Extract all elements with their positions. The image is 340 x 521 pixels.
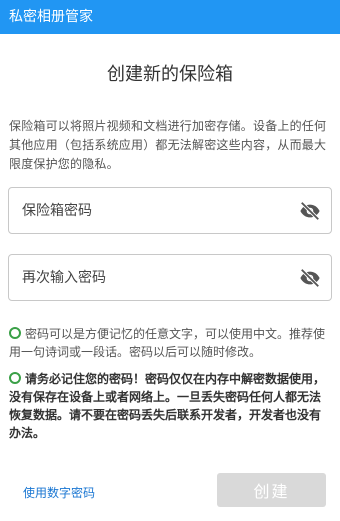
password-tip-text: 密码可以是方便记忆的任意文字，可以使用中文。推荐使用一句诗词或一段话。密码以后可… [9, 327, 326, 359]
password-warning: 请务必记住您的密码！密码仅仅在内存中解密数据使用，没有保存在设备上或者网络上。一… [9, 370, 331, 442]
vault-password-field[interactable]: 保险箱密码 [8, 187, 332, 234]
confirm-password-field[interactable]: 再次输入密码 [8, 254, 332, 301]
app-bar: 私密相册管家 [0, 0, 340, 34]
page-title: 创建新的保险箱 [107, 64, 233, 85]
confirm-password-placeholder: 再次输入密码 [22, 270, 106, 286]
vault-password-placeholder: 保险箱密码 [22, 203, 92, 219]
password-tip: 密码可以是方便记忆的任意文字，可以使用中文。推荐使用一句诗词或一段话。密码以后可… [9, 325, 331, 361]
intro-text: 保险箱可以将照片视频和文档进行加密存储。设备上的任何其他应用（包括系统应用）都无… [9, 119, 327, 171]
eye-off-icon[interactable] [299, 267, 321, 289]
password-warning-text: 请务必记住您的密码！密码仅仅在内存中解密数据使用，没有保存在设备上或者网络上。一… [9, 372, 326, 440]
app-title: 私密相册管家 [9, 9, 93, 25]
bullet-icon [9, 327, 21, 339]
create-button[interactable]: 创建 [217, 473, 326, 507]
use-numeric-password-link[interactable]: 使用数字密码 [23, 484, 95, 501]
bullet-icon [9, 372, 21, 384]
eye-off-icon[interactable] [299, 200, 321, 222]
